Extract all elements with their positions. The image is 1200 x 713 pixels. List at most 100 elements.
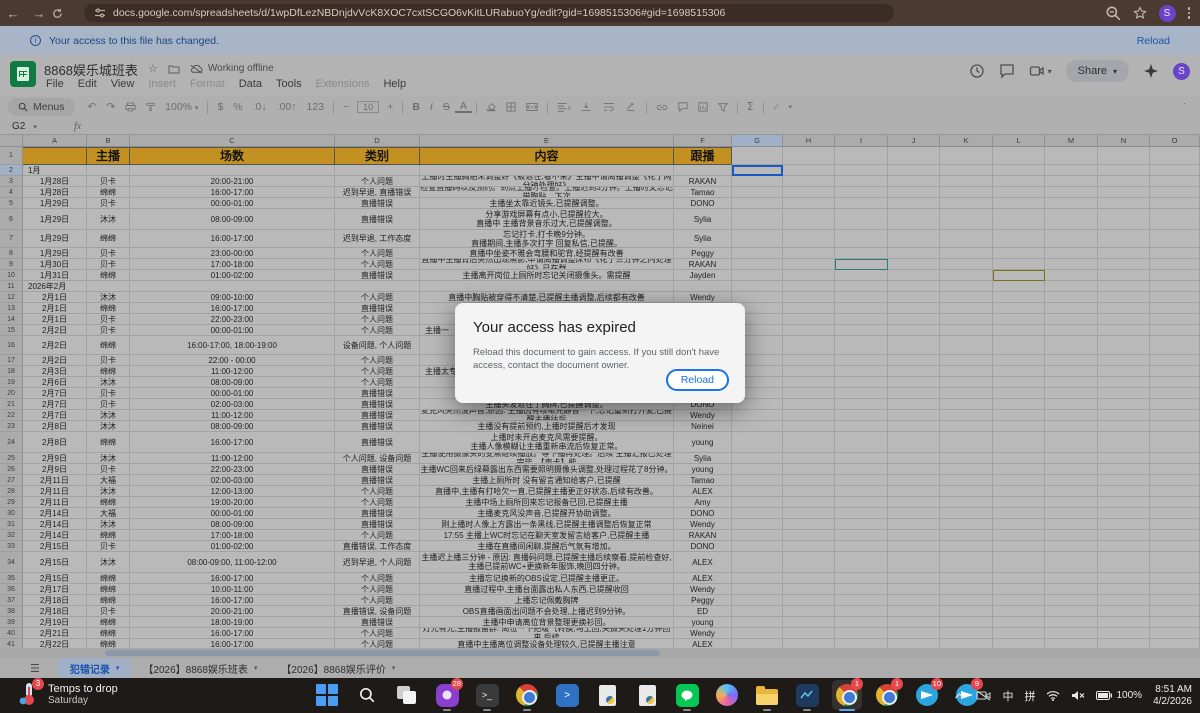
cell-J2[interactable] [888,165,940,176]
print-icon[interactable] [120,101,141,113]
cell-M20[interactable] [1045,388,1098,399]
cell-H28[interactable] [783,486,835,497]
paint-format-icon[interactable] [141,101,160,113]
sheet-tab-1[interactable]: 犯错记录▾ [58,658,132,678]
cell-I30[interactable] [835,508,888,519]
cell-L23[interactable] [993,421,1045,432]
format-percent-icon[interactable]: % [228,101,247,113]
cell-K18[interactable] [940,366,993,377]
cell-G31[interactable] [732,519,783,530]
row-header-6[interactable]: 6 [0,209,23,230]
cell-L34[interactable] [993,552,1045,573]
cell-H9[interactable] [783,259,835,270]
taskbar-chrome-profile-icon[interactable] [512,680,542,710]
cell-A32[interactable]: 2月14日 [23,530,87,541]
cell-F8[interactable]: Peggy [674,248,732,259]
cell-C5[interactable]: 00:00-01:00 [130,198,335,209]
cell-C17[interactable]: 22:00 - 00:00 [130,355,335,366]
cell-I35[interactable] [835,573,888,584]
cell-C20[interactable]: 00:00-01:00 [130,388,335,399]
cell-L11[interactable] [993,281,1045,292]
version-history-icon[interactable] [969,63,985,79]
taskbar-chrome-2-icon[interactable]: 1 [872,680,902,710]
cell-M11[interactable] [1045,281,1098,292]
cell-E29[interactable]: 主播中场上厕所回来忘记报备已回,已提醒主播 [420,497,674,508]
cell-H10[interactable] [783,270,835,281]
cell-H25[interactable] [783,453,835,464]
chevron-down-icon[interactable]: ▾ [1113,67,1117,76]
cell-J32[interactable] [888,530,940,541]
cell-N8[interactable] [1098,248,1150,259]
taskbar-file-explorer-icon[interactable] [752,680,782,710]
cell-K40[interactable] [940,628,993,639]
row-header-13[interactable]: 13 [0,303,23,314]
cell-B24[interactable]: 绵绵 [87,432,130,453]
cell-L5[interactable] [993,198,1045,209]
cell-E2[interactable] [420,165,674,176]
cell-K28[interactable] [940,486,993,497]
cell-C15[interactable]: 00:00-01:00 [130,325,335,336]
cell-D33[interactable]: 直播错误, 工作态度 [335,541,420,552]
cell-A19[interactable]: 2月6日 [23,377,87,388]
cell-D26[interactable]: 直播错误 [335,464,420,475]
cell-B4[interactable]: 绵绵 [87,187,130,198]
cell-B7[interactable]: 绵绵 [87,230,130,248]
cell-K27[interactable] [940,475,993,486]
cell-I21[interactable] [835,399,888,410]
column-header-N[interactable]: N [1098,135,1150,147]
cell-G35[interactable] [732,573,783,584]
cell-G1[interactable] [732,147,783,165]
cell-C40[interactable]: 16:00-17:00 [130,628,335,639]
cell-O9[interactable] [1150,259,1200,270]
cell-H5[interactable] [783,198,835,209]
cell-O32[interactable] [1150,530,1200,541]
cell-D31[interactable]: 直播错误 [335,519,420,530]
cell-I2[interactable] [835,165,888,176]
cell-C13[interactable]: 16:00-17:00 [130,303,335,314]
reload-icon[interactable] [52,8,78,19]
cell-H4[interactable] [783,187,835,198]
cell-A26[interactable]: 2月9日 [23,464,87,475]
cell-F23[interactable]: Neinei [674,421,732,432]
cell-C14[interactable]: 22:00-23:00 [130,314,335,325]
cell-L7[interactable] [993,230,1045,248]
cell-K35[interactable] [940,573,993,584]
cell-C6[interactable]: 08:00-09:00 [130,209,335,230]
bold-icon[interactable]: B [407,101,425,113]
cell-D23[interactable]: 直播错误 [335,421,420,432]
cell-O35[interactable] [1150,573,1200,584]
star-icon[interactable]: ☆ [148,62,158,75]
cell-H3[interactable] [783,176,835,187]
cell-I10[interactable] [835,270,888,281]
cell-J17[interactable] [888,355,940,366]
cell-M27[interactable] [1045,475,1098,486]
cell-D10[interactable]: 直播错误 [335,270,420,281]
cell-B31[interactable]: 沐沐 [87,519,130,530]
cell-H22[interactable] [783,410,835,421]
more-formats-icon[interactable]: 123 [302,101,330,113]
cell-N1[interactable] [1098,147,1150,165]
meet-video-icon[interactable] [1029,63,1045,79]
cell-E26[interactable]: 主播WC回来后绿幕露出东西需要照明摄像头调整,处理过程花了8分钟。 [420,464,674,475]
cell-N40[interactable] [1098,628,1150,639]
cell-B27[interactable]: 大福 [87,475,130,486]
column-header-G[interactable]: G [732,135,783,147]
cell-M28[interactable] [1045,486,1098,497]
taskbar-search-icon[interactable] [352,680,382,710]
cell-L37[interactable] [993,595,1045,606]
cell-L29[interactable] [993,497,1045,508]
row-header-20[interactable]: 20 [0,388,23,399]
taskbar-python-file-2-icon[interactable] [632,680,662,710]
borders-icon[interactable] [501,101,521,113]
cell-O20[interactable] [1150,388,1200,399]
cell-A22[interactable]: 2月7日 [23,410,87,421]
cell-H6[interactable] [783,209,835,230]
cell-H26[interactable] [783,464,835,475]
cell-I27[interactable] [835,475,888,486]
row-header-27[interactable]: 27 [0,475,23,486]
cell-J38[interactable] [888,606,940,617]
cell-M33[interactable] [1045,541,1098,552]
cell-C27[interactable]: 02:00-03:00 [130,475,335,486]
row-header-31[interactable]: 31 [0,519,23,530]
cell-J26[interactable] [888,464,940,475]
